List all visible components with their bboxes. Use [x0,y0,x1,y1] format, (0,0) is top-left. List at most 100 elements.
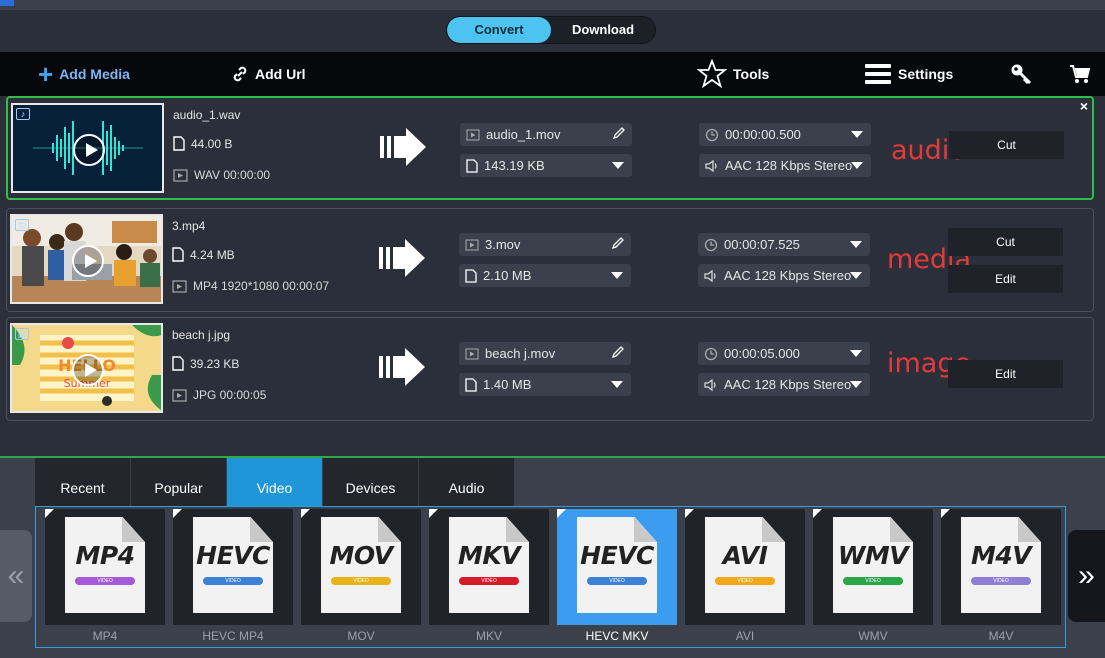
duration-dropdown[interactable]: 00:00:07.525 [698,233,870,256]
audio-settings: AAC 128 Kbps Stereo [724,377,852,392]
clock-icon [704,238,718,251]
tab-audio[interactable]: Audio [419,458,515,506]
tools-button[interactable]: Tools [697,52,769,96]
tile-corner [429,509,438,518]
output-name-field[interactable]: audio_1.mov [460,123,632,146]
audio-settings-dropdown[interactable]: AAC 128 Kbps Stereo [698,264,870,287]
file-meta-text: MP4 1920*1080 00:00:07 [193,279,330,293]
output-size: 143.19 KB [484,158,545,173]
media-row-image[interactable]: HELLO Summer ▣ beach j.jpg 39.23 KB JPG … [6,317,1094,421]
play-icon[interactable] [72,354,104,386]
format-tile-m4v[interactable]: M4V VIDEO [941,509,1061,625]
convert-arrow-icon [379,239,427,282]
output-size-dropdown[interactable]: 2.10 MB [459,264,631,287]
file-name: audio_1.wav [173,108,241,122]
format-grid: MP4 VIDEO MP4 HEVC VIDEO HEVC MP4 MOV VIDEO… [35,506,1066,648]
m4v-file-icon: M4V VIDEO [961,517,1041,613]
duration-dropdown[interactable]: 00:00:05.000 [698,342,870,365]
edit-button[interactable]: Edit [948,265,1063,293]
output-size-dropdown[interactable]: 1.40 MB [459,373,631,396]
format-tile-avi[interactable]: AVI VIDEO [685,509,805,625]
download-mode-button[interactable]: Download [551,17,655,43]
mode-switch: Convert Download [446,16,656,44]
tile-corner [301,509,310,518]
convert-mode-button[interactable]: Convert [447,17,551,43]
scroll-right-button[interactable]: » [1068,530,1105,622]
scroll-left-button[interactable]: « [0,530,32,622]
clock-icon [704,347,718,360]
play-icon[interactable] [72,245,104,277]
file-meta: MP4 1920*1080 00:00:07 [172,279,329,293]
tile-corner [685,509,694,518]
speaker-icon [705,159,717,172]
format-tile-wmv[interactable]: WMV VIDEO [813,509,933,625]
file-meta: JPG 00:00:05 [172,388,266,402]
close-icon[interactable]: × [1080,98,1088,114]
chevron-down-icon [850,241,862,248]
key-icon [1010,63,1032,85]
file-size: 39.23 KB [172,356,239,371]
output-name-field[interactable]: beach j.mov [459,342,631,365]
edit-pencil-icon[interactable] [612,126,626,143]
thumbnail-media[interactable]: ▤ [10,214,163,304]
add-url-button[interactable]: Add Url [231,52,306,96]
speaker-icon [704,378,716,391]
video-frame-icon [173,168,188,182]
edit-button[interactable]: Edit [948,360,1063,388]
chevron-down-icon [851,131,863,138]
settings-button[interactable]: Settings [864,52,953,96]
format-tile-hevc-mkv[interactable]: HEVC VIDEO [557,509,677,625]
file-size-text: 39.23 KB [190,356,240,371]
format-tile-mkv[interactable]: MKV VIDEO [429,509,549,625]
file-size: 4.24 MB [172,247,235,262]
file-icon [172,247,184,262]
tab-recent[interactable]: Recent [35,458,131,506]
tab-popular[interactable]: Popular [131,458,227,506]
cut-button[interactable]: Cut [949,131,1064,159]
clock-icon [705,128,719,141]
chevron-down-icon [611,381,623,388]
audio-settings: AAC 128 Kbps Stereo [724,268,852,283]
audio-settings-dropdown[interactable]: AAC 128 Kbps Stereo [698,373,870,396]
tile-corner [45,509,54,518]
video-frame-icon [465,348,479,359]
cart-button[interactable] [1069,52,1091,96]
chevron-down-icon [850,381,862,388]
play-icon[interactable] [73,134,105,166]
format-tile-mp4[interactable]: MP4 VIDEO [45,509,165,625]
output-name-field[interactable]: 3.mov [459,233,631,256]
tab-video[interactable]: Video [227,458,323,506]
duration: 00:00:00.500 [725,127,801,142]
mov-file-icon: MOV VIDEO [321,517,401,613]
star-icon [697,59,727,89]
add-media-button[interactable]: + Add Media [38,52,130,96]
mode-bar: Convert Download [0,10,1105,52]
image-type-icon: ▣ [15,328,29,340]
cut-button[interactable]: Cut [948,228,1063,256]
link-icon [231,65,249,83]
cart-icon [1069,64,1091,84]
format-label: WMV [858,629,888,643]
thumbnail-audio[interactable]: ♪ [11,103,164,193]
output-size: 2.10 MB [483,268,532,283]
format-tabs: Recent Popular Video Devices Audio [35,458,515,506]
output-name: 3.mov [485,237,521,252]
duration-dropdown[interactable]: 00:00:00.500 [699,123,871,146]
media-row-audio[interactable]: ♪ audio_1.wav 44.00 B WAV 00:00:00 audio… [6,96,1094,200]
audio-settings-dropdown[interactable]: AAC 128 Kbps Stereo [699,154,871,177]
file-name: 3.mp4 [172,219,206,233]
tab-devices[interactable]: Devices [323,458,419,506]
tools-label: Tools [733,66,770,82]
settings-label: Settings [898,66,954,82]
output-name: beach j.mov [485,346,556,361]
output-size-dropdown[interactable]: 143.19 KB [460,154,632,177]
tile-corner [941,509,950,518]
key-button[interactable] [1010,52,1032,96]
format-tile-hevc-mp4[interactable]: HEVC VIDEO [173,509,293,625]
format-tile-mov[interactable]: MOV VIDEO [301,509,421,625]
edit-pencil-icon[interactable] [611,236,625,253]
media-row-media[interactable]: ▤ 3.mp4 4.24 MB MP4 1920*1080 00:00:07 3… [6,208,1094,312]
format-panel: Recent Popular Video Devices Audio MP4 VI… [0,458,1105,658]
thumbnail-image[interactable]: HELLO Summer ▣ [10,323,163,413]
edit-pencil-icon[interactable] [611,345,625,362]
